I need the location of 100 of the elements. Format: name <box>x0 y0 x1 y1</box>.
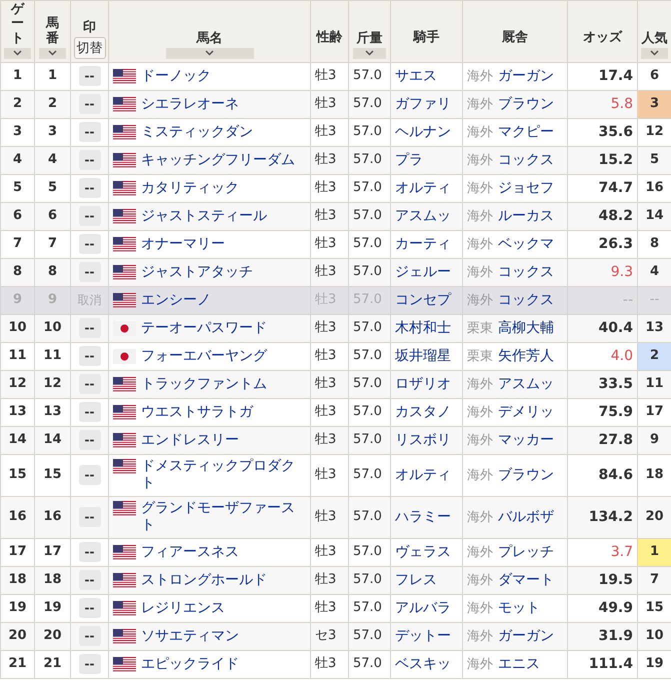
mark-button[interactable]: -- <box>78 570 100 590</box>
mark-button[interactable]: -- <box>78 150 100 170</box>
gate-cell: 10 <box>0 314 34 342</box>
mark-button[interactable]: -- <box>78 122 100 142</box>
region-label: 海外 <box>467 572 493 588</box>
mark-button[interactable]: -- <box>78 66 100 86</box>
mark-button[interactable]: -- <box>78 346 100 366</box>
trainer-link[interactable]: 矢作芳人 <box>498 348 554 364</box>
trainer-link[interactable]: 高柳大輔 <box>498 320 554 336</box>
sex-age-cell: 牡3 <box>310 594 348 622</box>
mark-button[interactable]: -- <box>78 94 100 114</box>
column-label: 性齢 <box>316 30 342 45</box>
trainer-link[interactable]: モット <box>498 600 540 616</box>
trainer-link[interactable]: エニス <box>498 656 540 672</box>
mark-button[interactable]: -- <box>78 262 100 282</box>
trainer-link[interactable]: ダマート <box>498 572 554 588</box>
mark-button[interactable]: -- <box>78 206 100 226</box>
sex-age-cell: 牡3 <box>310 258 348 286</box>
trainer-link[interactable]: ブラウン <box>498 96 554 112</box>
popularity-cell: 13 <box>638 314 671 342</box>
weight-cell: 57.0 <box>348 314 390 342</box>
odds-value: 15.2 <box>598 152 633 168</box>
trainer-link[interactable]: マッカー <box>498 432 554 448</box>
flag-icon <box>113 68 136 84</box>
scratched-label: 取消 <box>78 292 102 307</box>
mark-button[interactable]: -- <box>78 374 100 394</box>
sex-age-cell: セ3 <box>310 622 348 650</box>
toggle-button[interactable]: 切替 <box>74 36 106 59</box>
region-label: 海外 <box>467 208 493 224</box>
flag-icon <box>113 180 136 196</box>
odds-value: 9.3 <box>610 264 633 280</box>
number-cell: 20 <box>34 622 70 650</box>
region-label: 海外 <box>467 404 493 420</box>
trainer-link[interactable]: ガーガン <box>498 68 554 84</box>
mark-button[interactable]: -- <box>78 178 100 198</box>
odds-value: 26.3 <box>598 236 633 252</box>
region-label: 海外 <box>467 236 493 252</box>
mark-button[interactable]: -- <box>78 234 100 254</box>
column-label: ゲート <box>11 3 24 46</box>
trainer-link[interactable]: バルボザ <box>498 508 554 525</box>
number-cell: 3 <box>34 118 70 146</box>
gate-cell: 15 <box>0 454 34 496</box>
region-label: 海外 <box>467 292 493 308</box>
gate-cell: 12 <box>0 370 34 398</box>
popularity-cell: 10 <box>638 622 671 650</box>
trainer-link[interactable]: ジョセフ <box>498 180 554 196</box>
mark-button[interactable]: -- <box>78 626 100 646</box>
mark-button[interactable]: -- <box>78 318 100 338</box>
popularity-cell: 15 <box>638 594 671 622</box>
mark-button[interactable]: -- <box>78 654 100 674</box>
mark-button[interactable]: -- <box>78 542 100 562</box>
mark-button[interactable]: -- <box>78 465 100 486</box>
popularity-cell: 11 <box>638 370 671 398</box>
trainer-link[interactable]: デメリッ <box>498 404 554 420</box>
weight-cell: 57.0 <box>348 538 390 566</box>
trainer-link[interactable]: コックス <box>498 152 554 168</box>
mark-button[interactable]: -- <box>78 430 100 450</box>
flag-icon <box>113 572 136 588</box>
region-label: 海外 <box>467 68 493 84</box>
trainer-link[interactable]: コックス <box>498 264 554 280</box>
sort-button[interactable] <box>38 48 66 59</box>
sex-age-cell: 牡3 <box>310 566 348 594</box>
sex-age-cell: 牡3 <box>310 174 348 202</box>
trainer-link[interactable]: ベックマ <box>498 236 554 252</box>
weight-cell: 57.0 <box>348 370 390 398</box>
caret-icon <box>13 50 22 56</box>
trainer-link[interactable]: ガーガン <box>498 628 554 644</box>
gate-cell: 13 <box>0 398 34 426</box>
sort-button[interactable] <box>352 48 386 59</box>
gate-cell: 3 <box>0 118 34 146</box>
sort-button[interactable] <box>4 48 31 59</box>
sort-button[interactable] <box>641 48 668 59</box>
region-label: 海外 <box>467 432 493 448</box>
sex-age-cell: 牡3 <box>310 370 348 398</box>
number-cell: 1 <box>34 62 70 90</box>
region-label: 海外 <box>467 628 493 644</box>
column-label: オッズ <box>583 30 622 45</box>
trainer-link[interactable]: アスムッ <box>498 376 554 392</box>
weight-cell: 57.0 <box>348 594 390 622</box>
number-cell: 17 <box>34 538 70 566</box>
popularity-cell: 3 <box>638 90 671 118</box>
trainer-link[interactable]: ルーカス <box>498 208 554 224</box>
region-label: 栗東 <box>467 320 493 336</box>
trainer-link[interactable]: ブラウン <box>498 466 554 483</box>
weight-cell: 57.0 <box>348 566 390 594</box>
popularity-cell: 7 <box>638 566 671 594</box>
gate-cell: 17 <box>0 538 34 566</box>
flag-icon <box>113 292 136 308</box>
mark-button[interactable]: -- <box>78 507 100 528</box>
gate-cell: 8 <box>0 258 34 286</box>
weight-cell: 57.0 <box>348 286 390 314</box>
mark-button[interactable]: -- <box>78 598 100 618</box>
trainer-link[interactable]: マクピー <box>498 124 554 140</box>
mark-button[interactable]: -- <box>78 402 100 422</box>
odds-value: 35.6 <box>598 124 633 140</box>
trainer-link[interactable]: プレッチ <box>498 544 554 560</box>
region-label: 海外 <box>467 656 493 672</box>
number-cell: 14 <box>34 426 70 454</box>
gate-cell: 19 <box>0 594 34 622</box>
trainer-link[interactable]: コックス <box>498 292 554 308</box>
